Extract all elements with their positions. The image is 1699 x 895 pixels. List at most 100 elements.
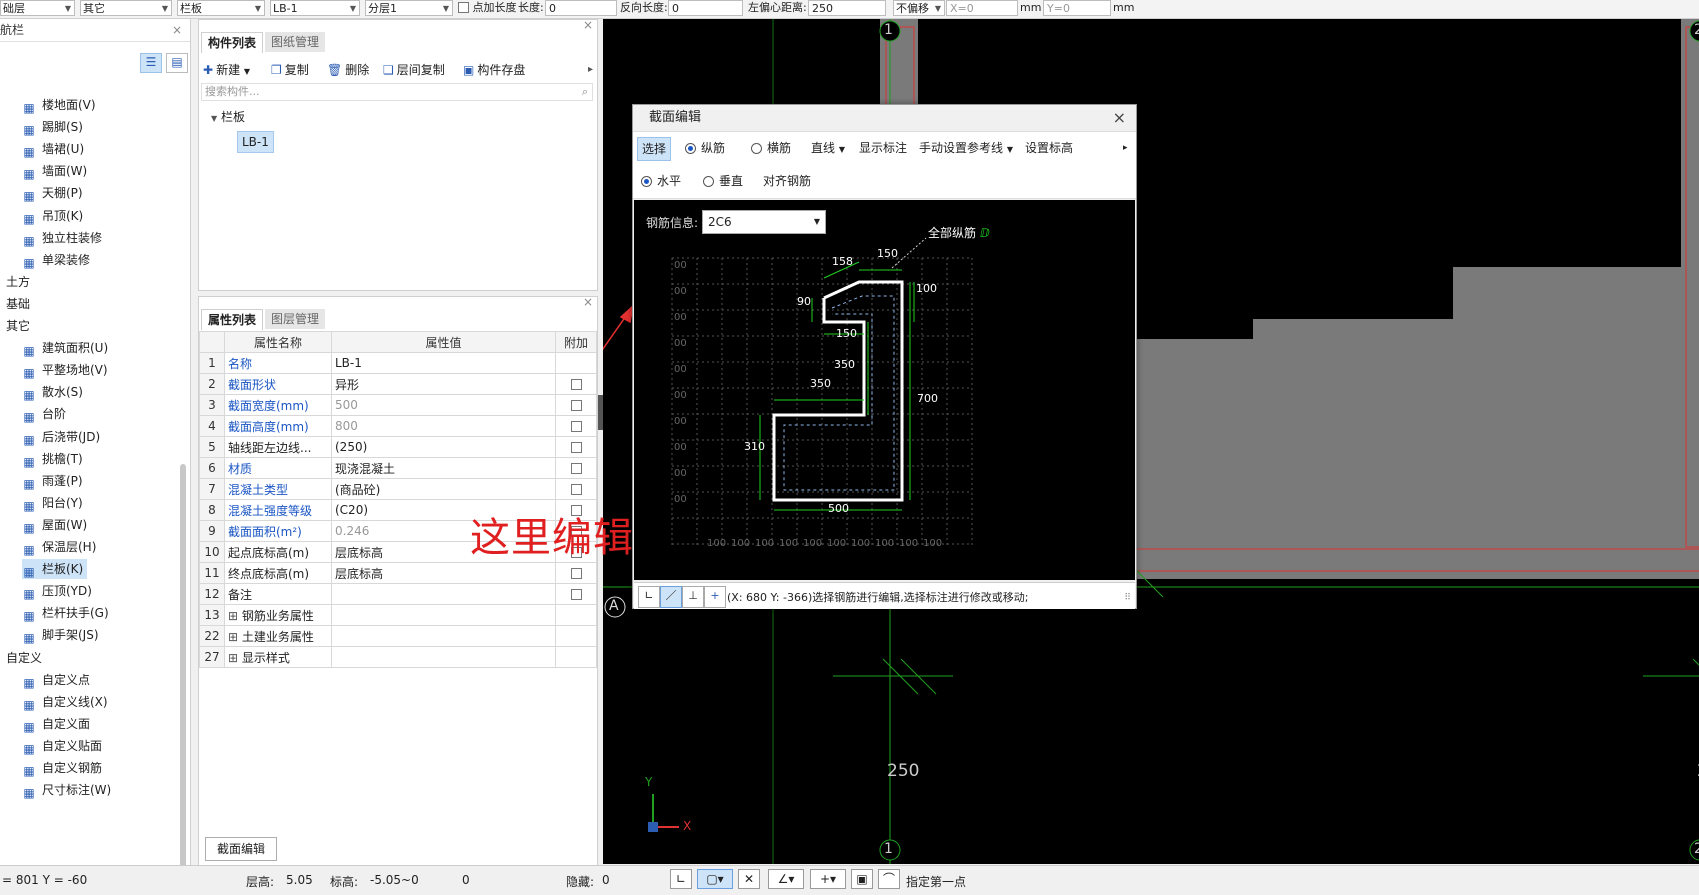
tab-drawing-management[interactable]: 图纸管理	[265, 32, 326, 52]
delete-button[interactable]: 🗑 删除	[327, 60, 369, 80]
dimension-label[interactable]: 90	[797, 295, 811, 308]
extra-checkbox[interactable]	[570, 568, 582, 579]
extra-checkbox[interactable]	[570, 484, 582, 495]
component-select[interactable]: LB-1 ▼	[270, 0, 360, 16]
property-row[interactable]: 5 轴线距左边线... (250)	[199, 436, 597, 458]
property-value[interactable]	[331, 625, 556, 647]
tab-property-list[interactable]: 属性列表	[201, 309, 264, 330]
point-length-checkbox[interactable]	[458, 2, 469, 13]
property-value[interactable]: 异形	[331, 373, 556, 395]
left-offset-input[interactable]: 250	[808, 0, 886, 16]
nav-item-items-2[interactable]: ▦ 墙裙(U)	[22, 139, 88, 159]
floor-select[interactable]: 础层 ▼	[0, 0, 75, 16]
reverse-length-input[interactable]: 0	[668, 0, 743, 16]
property-row[interactable]: 12 备注	[199, 583, 597, 605]
list-view-icon[interactable]: ☰	[140, 53, 162, 73]
nav-scrollbar[interactable]	[180, 464, 186, 869]
extra-checkbox[interactable]	[570, 589, 582, 600]
tree-item-lb1[interactable]: LB-1	[237, 131, 274, 153]
extra-checkbox[interactable]	[570, 379, 582, 390]
floor-copy-button[interactable]: ❏ 层间复制	[383, 60, 445, 80]
property-value[interactable]: (250)	[331, 436, 556, 458]
nav-item-custom_items-3[interactable]: ▦ 自定义贴面	[22, 736, 106, 756]
property-row[interactable]: 1 名称 LB-1	[199, 352, 597, 374]
property-row[interactable]: 6 材质 现浇混凝土	[199, 457, 597, 479]
property-row[interactable]: 3 截面宽度(mm) 500	[199, 394, 597, 416]
snap-icon[interactable]: +	[704, 586, 726, 608]
nav-item-items-7[interactable]: ▦ 单梁装修	[22, 250, 94, 270]
show-dimension-button[interactable]: 显示标注	[859, 137, 907, 159]
nav-item-items-5[interactable]: ▦ 吊顶(K)	[22, 206, 87, 226]
dimension-label[interactable]: 350	[834, 358, 855, 371]
x-input[interactable]: X=0	[946, 0, 1018, 16]
property-value[interactable]: LB-1	[331, 352, 556, 374]
ortho-mode-icon[interactable]: ∟	[638, 586, 660, 608]
nav-item-other_items-5[interactable]: ▦ 挑檐(T)	[22, 449, 87, 469]
select-button[interactable]: 选择	[637, 137, 672, 161]
nav-item-other_items-2[interactable]: ▦ 散水(S)	[22, 382, 87, 402]
nav-category-earthwork[interactable]: 土方	[6, 272, 30, 292]
nav-item-other_items-7[interactable]: ▦ 阳台(Y)	[22, 493, 87, 513]
extra-checkbox[interactable]	[570, 400, 582, 411]
property-value[interactable]: 现浇混凝土	[331, 457, 556, 479]
section-canvas[interactable]: 钢筋信息: 2C6 ▼ 158 150 100 90 150 350 350 7…	[634, 200, 1135, 580]
more-icon[interactable]: ▸	[1123, 137, 1128, 159]
nav-item-items-3[interactable]: ▦ 墙面(W)	[22, 161, 91, 181]
nav-item-other_items-8[interactable]: ▦ 屋面(W)	[22, 515, 91, 535]
extra-checkbox[interactable]	[570, 421, 582, 432]
nav-item-custom_items-2[interactable]: ▦ 自定义面	[22, 714, 94, 734]
display-icon[interactable]: ▣	[851, 869, 873, 889]
nav-item-other_items-13[interactable]: ▦ 脚手架(JS)	[22, 625, 103, 645]
property-row[interactable]: 4 截面高度(mm) 800	[199, 415, 597, 437]
close-icon[interactable]: ×	[583, 18, 593, 32]
extra-checkbox[interactable]	[570, 463, 582, 474]
property-value[interactable]	[331, 604, 556, 626]
property-row[interactable]: 7 混凝土类型 (商品砼)	[199, 478, 597, 500]
expand-icon[interactable]: ⊞	[228, 651, 242, 665]
nav-item-other_items-6[interactable]: ▦ 雨蓬(P)	[22, 471, 87, 491]
dimension-label[interactable]: 500	[828, 502, 849, 515]
nav-item-custom_items-5[interactable]: ▦ 尺寸标注(W)	[22, 780, 115, 800]
nav-item-items-4[interactable]: ▦ 天棚(P)	[22, 183, 87, 203]
extra-checkbox[interactable]	[570, 442, 582, 453]
property-value[interactable]: 层底标高	[331, 562, 556, 584]
set-elevation-button[interactable]: 设置标高	[1025, 137, 1073, 159]
point-length-option[interactable]: 点加长度	[458, 0, 517, 16]
length-input[interactable]: 0	[545, 0, 617, 16]
dynamic-input-icon[interactable]: +▾	[810, 869, 846, 889]
polar-mode-icon[interactable]: ／	[660, 586, 682, 608]
nav-item-other_items-4[interactable]: ▦ 后浇带(JD)	[22, 427, 104, 447]
y-input[interactable]: Y=0	[1043, 0, 1111, 16]
nav-item-custom_items-0[interactable]: ▦ 自定义点	[22, 670, 94, 690]
dimension-label[interactable]: 350	[810, 377, 831, 390]
property-value[interactable]: 500	[331, 394, 556, 416]
property-value[interactable]	[331, 583, 556, 605]
radio-horizontal[interactable]: 水平	[641, 170, 681, 192]
dimension-label[interactable]: 158	[832, 255, 853, 268]
more-icon[interactable]: ▸	[588, 60, 593, 80]
tab-component-list[interactable]: 构件列表	[201, 32, 264, 53]
property-row[interactable]: 11 终点底标高(m) 层底标高	[199, 562, 597, 584]
perpendicular-icon[interactable]: ⊥	[682, 586, 704, 608]
dimension-label[interactable]: 700	[917, 392, 938, 405]
nav-item-other_items-11[interactable]: ▦ 压顶(YD)	[22, 581, 96, 601]
property-value[interactable]	[331, 646, 556, 668]
nav-item-other_items-3[interactable]: ▦ 台阶	[22, 404, 70, 424]
nav-category-other[interactable]: 其它	[6, 316, 30, 336]
nav-category-foundation[interactable]: 基础	[6, 294, 30, 314]
object-snap-icon[interactable]: ▢▾	[697, 869, 733, 889]
close-icon[interactable]: ×	[583, 295, 593, 309]
nav-item-custom_items-4[interactable]: ▦ 自定义钢筋	[22, 758, 106, 778]
angle-icon[interactable]: ∠▾	[768, 869, 804, 889]
line-button[interactable]: 直线 ▼	[811, 137, 845, 159]
nav-item-other_items-10[interactable]: ▦ 栏板(K)	[22, 559, 88, 580]
property-value[interactable]: (商品砼)	[331, 478, 556, 500]
tab-layer-management[interactable]: 图层管理	[265, 309, 326, 329]
cross-icon[interactable]: ✕	[738, 869, 760, 889]
property-value[interactable]: 800	[331, 415, 556, 437]
property-row[interactable]: 13 ⊞ 钢筋业务属性	[199, 604, 597, 626]
close-icon[interactable]: ×	[172, 19, 182, 41]
nav-item-other_items-0[interactable]: ▦ 建筑面积(U)	[22, 338, 112, 358]
nav-item-custom_items-1[interactable]: ▦ 自定义线(X)	[22, 692, 112, 712]
radio-vertical[interactable]: 垂直	[703, 170, 743, 192]
